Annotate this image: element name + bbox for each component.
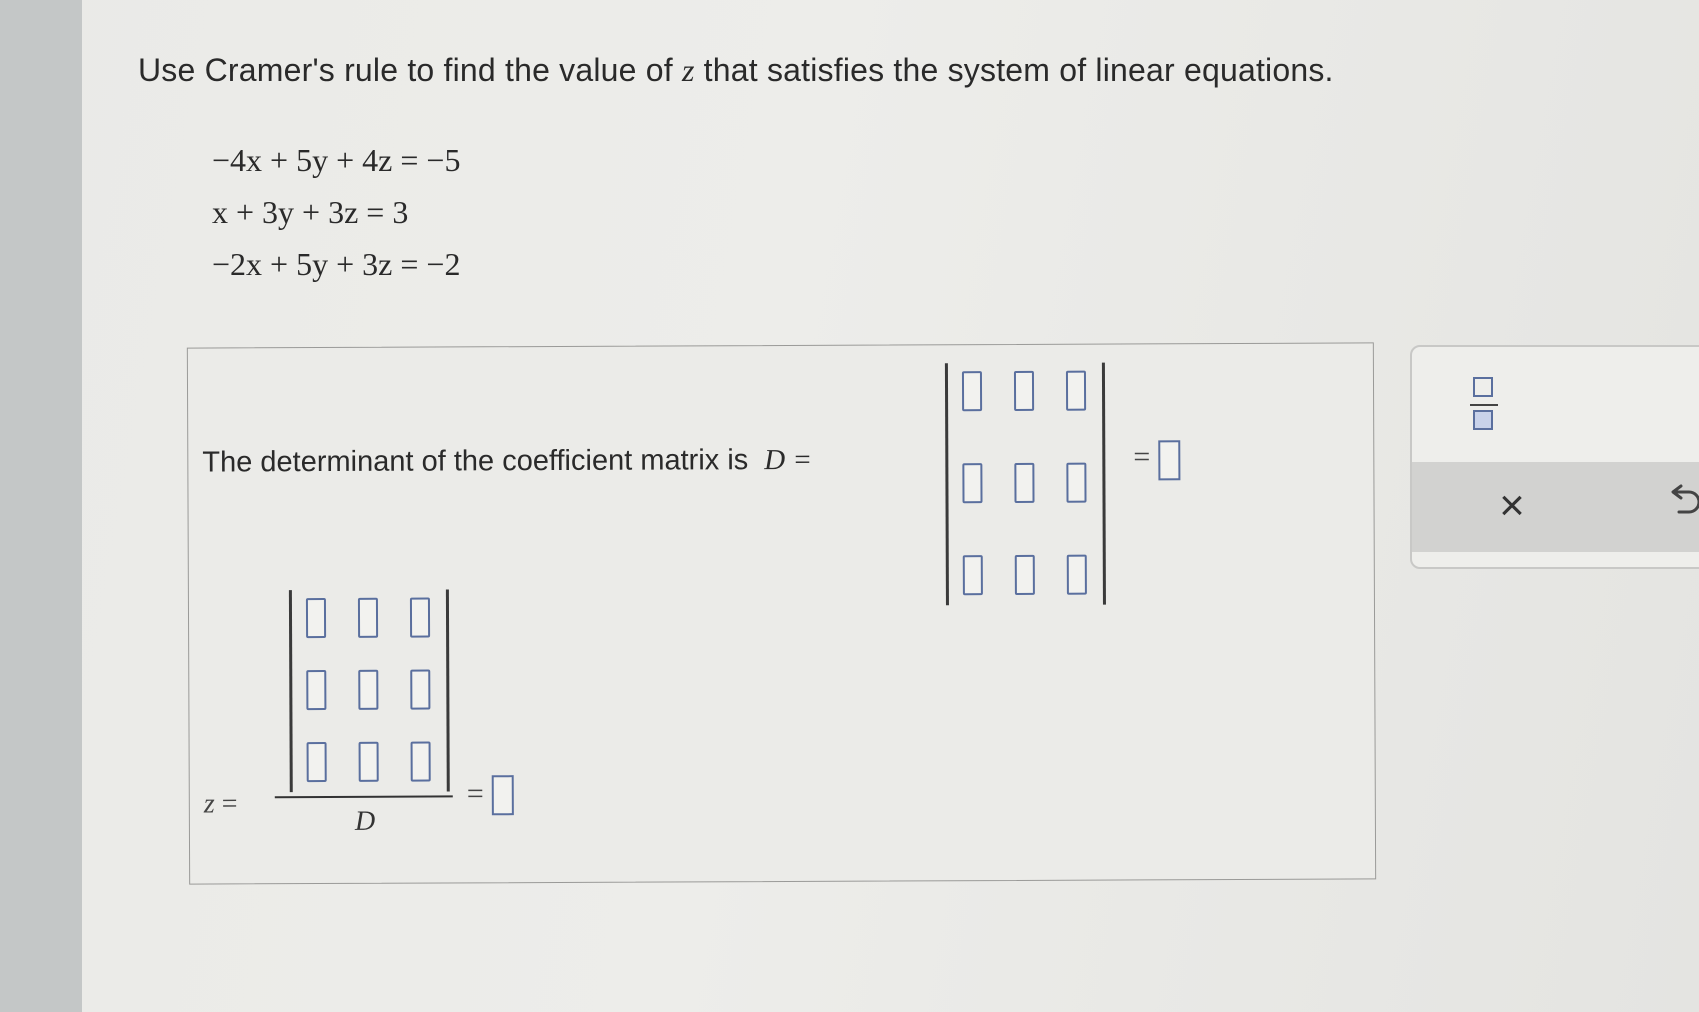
question-suffix: that satisfies the system of linear equa… [694, 52, 1334, 88]
answer-area: The determinant of the coefficient matri… [186, 342, 1377, 885]
coefficient-determinant-matrix [944, 362, 1106, 606]
det-d-cell-r3c1[interactable] [962, 555, 983, 596]
det-d-cell-r2c1[interactable] [962, 463, 983, 504]
det-d-cell-r1c1[interactable] [961, 371, 983, 412]
determinant-symbol: D = [764, 443, 813, 477]
z-result-input[interactable] [491, 775, 514, 816]
determinant-equals-sign: = [1133, 440, 1151, 474]
det-d-cell-r3c2[interactable] [1014, 554, 1035, 595]
fraction-icon-denominator [1473, 410, 1493, 430]
dz-cell-r3c2[interactable] [358, 741, 379, 782]
equation-system: −4x + 5y + 4z = −5 x + 3y + 3z = 3 −2x +… [212, 134, 460, 290]
z-equals-sign: = [466, 777, 484, 811]
page: Use Cramer's rule to find the value of z… [0, 0, 1699, 1012]
fraction-bar [274, 795, 453, 799]
fraction-template-icon[interactable] [1470, 375, 1498, 435]
fraction-icon-bar [1470, 404, 1498, 406]
equation-3: −2x + 5y + 3z = −2 [212, 246, 461, 282]
left-sidebar-strip [0, 0, 82, 1012]
fraction-denominator: D [354, 805, 376, 837]
det-d-cell-r2c3[interactable] [1066, 462, 1087, 503]
question-variable: z [681, 52, 695, 88]
clear-button[interactable]: × [1482, 476, 1542, 536]
question-text: Use Cramer's rule to find the value of z… [138, 52, 1334, 89]
det-d-cell-r1c2[interactable] [1013, 370, 1035, 411]
det-d-cell-r1c3[interactable] [1065, 370, 1087, 411]
equation-2: x + 3y + 3z = 3 [212, 194, 409, 230]
z-label-equals: = [221, 788, 238, 820]
det-d-cell-r3c3[interactable] [1066, 554, 1087, 595]
dz-cell-r1c3[interactable] [409, 597, 431, 638]
dz-cell-r3c1[interactable] [306, 741, 327, 783]
dz-cell-r2c2[interactable] [358, 669, 379, 710]
math-tool-panel: × [1410, 345, 1699, 569]
tool-action-row: × [1412, 462, 1699, 552]
dz-cell-r3c3[interactable] [410, 741, 431, 782]
z-label-variable: z [203, 788, 215, 820]
question-prefix: Use Cramer's rule to find the value of [138, 52, 682, 88]
undo-icon-graphic [1671, 484, 1699, 514]
dz-cell-r1c2[interactable] [357, 597, 379, 638]
determinant-label: The determinant of the coefficient matri… [202, 444, 812, 480]
undo-icon[interactable] [1662, 476, 1699, 536]
determinant-result-input[interactable] [1158, 440, 1181, 481]
determinant-label-text: The determinant of the coefficient matri… [202, 444, 749, 479]
dz-cell-r2c1[interactable] [306, 669, 327, 711]
equation-1: −4x + 5y + 4z = −5 [212, 142, 461, 178]
det-d-cell-r2c2[interactable] [1014, 462, 1035, 503]
dz-cell-r1c1[interactable] [305, 597, 327, 639]
fraction-icon-numerator [1473, 377, 1493, 397]
z-label: z = [204, 788, 238, 820]
z-numerator-matrix [288, 589, 450, 793]
dz-cell-r2c3[interactable] [410, 669, 431, 710]
